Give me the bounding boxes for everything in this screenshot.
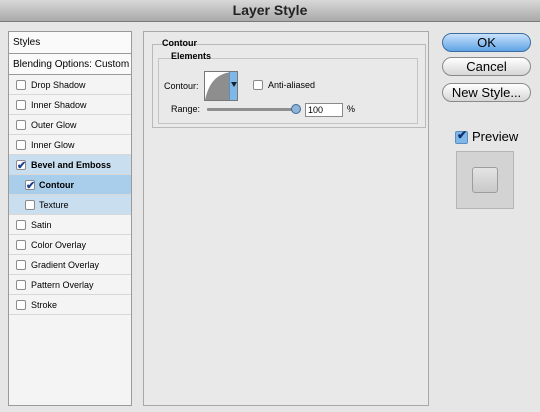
outer-glow-checkbox[interactable] <box>16 120 26 130</box>
style-item-label: Outer Glow <box>31 120 77 130</box>
inner-shadow-checkbox[interactable] <box>16 100 26 110</box>
style-item-bevel-and-emboss[interactable]: Bevel and Emboss <box>9 155 131 176</box>
style-item-inner-glow[interactable]: Inner Glow <box>9 135 131 155</box>
style-item-outer-glow[interactable]: Outer Glow <box>9 115 131 135</box>
bevel-and-emboss-checkbox[interactable] <box>16 156 26 176</box>
chevron-down-icon[interactable] <box>229 72 237 100</box>
style-item-color-overlay[interactable]: Color Overlay <box>9 235 131 255</box>
style-item-label: Satin <box>31 220 52 230</box>
style-item-label: Bevel and Emboss <box>31 160 112 170</box>
texture-checkbox[interactable] <box>25 200 35 210</box>
drop-shadow-checkbox[interactable] <box>16 80 26 90</box>
style-item-label: Pattern Overlay <box>31 280 94 290</box>
style-item-label: Drop Shadow <box>31 80 86 90</box>
new-style-button[interactable]: New Style... <box>442 83 531 102</box>
contour-label: Contour: <box>164 81 199 91</box>
style-item-label: Inner Shadow <box>31 100 87 110</box>
style-item-label: Gradient Overlay <box>31 260 100 270</box>
blending-options-item[interactable]: Blending Options: Custom <box>9 54 131 75</box>
style-item-contour[interactable]: Contour <box>9 175 131 196</box>
window-title: Layer Style <box>232 2 308 18</box>
range-slider-handle[interactable] <box>291 104 301 114</box>
elements-group-box <box>158 58 418 124</box>
contour-settings-panel: Contour Elements Contour: Anti-aliased R… <box>143 31 429 406</box>
inner-glow-checkbox[interactable] <box>16 140 26 150</box>
style-item-label: Contour <box>39 180 74 190</box>
styles-header[interactable]: Styles <box>9 32 131 54</box>
style-item-texture[interactable]: Texture <box>9 195 131 215</box>
style-item-pattern-overlay[interactable]: Pattern Overlay <box>9 275 131 295</box>
preview-label: Preview <box>472 129 519 144</box>
contour-section-title: Contour <box>162 38 197 48</box>
contour-picker[interactable] <box>204 71 238 101</box>
title-bar: Layer Style <box>0 0 540 22</box>
elements-group-title: Elements <box>171 51 212 61</box>
style-item-label: Inner Glow <box>31 140 75 150</box>
range-slider-track[interactable] <box>207 108 299 111</box>
style-item-inner-shadow[interactable]: Inner Shadow <box>9 95 131 115</box>
style-item-drop-shadow[interactable]: Drop Shadow <box>9 75 131 95</box>
styles-list-panel: Styles Blending Options: Custom Drop Sha… <box>8 31 132 406</box>
range-label: Range: <box>171 104 201 114</box>
style-item-gradient-overlay[interactable]: Gradient Overlay <box>9 255 131 275</box>
anti-aliased-checkbox[interactable] <box>253 80 263 90</box>
ok-button[interactable]: OK <box>442 33 531 52</box>
pattern-overlay-checkbox[interactable] <box>16 280 26 290</box>
layer-style-dialog: Styles Blending Options: Custom Drop Sha… <box>0 22 540 412</box>
preview-swatch <box>472 167 498 193</box>
range-unit: % <box>347 104 356 114</box>
preview-checkbox[interactable] <box>455 128 468 144</box>
preview-thumbnail <box>456 151 514 209</box>
color-overlay-checkbox[interactable] <box>16 240 26 250</box>
style-item-satin[interactable]: Satin <box>9 215 131 235</box>
cancel-button[interactable]: Cancel <box>442 57 531 76</box>
style-item-label: Color Overlay <box>31 240 87 250</box>
style-item-label: Texture <box>39 200 69 210</box>
anti-aliased-label: Anti-aliased <box>268 80 316 90</box>
contour-curve-icon <box>205 72 231 100</box>
contour-checkbox[interactable] <box>25 176 35 196</box>
style-item-label: Stroke <box>31 300 58 310</box>
gradient-overlay-checkbox[interactable] <box>16 260 26 270</box>
style-item-stroke[interactable]: Stroke <box>9 295 131 315</box>
range-input[interactable]: 100 <box>305 103 343 117</box>
stroke-checkbox[interactable] <box>16 300 26 310</box>
satin-checkbox[interactable] <box>16 220 26 230</box>
